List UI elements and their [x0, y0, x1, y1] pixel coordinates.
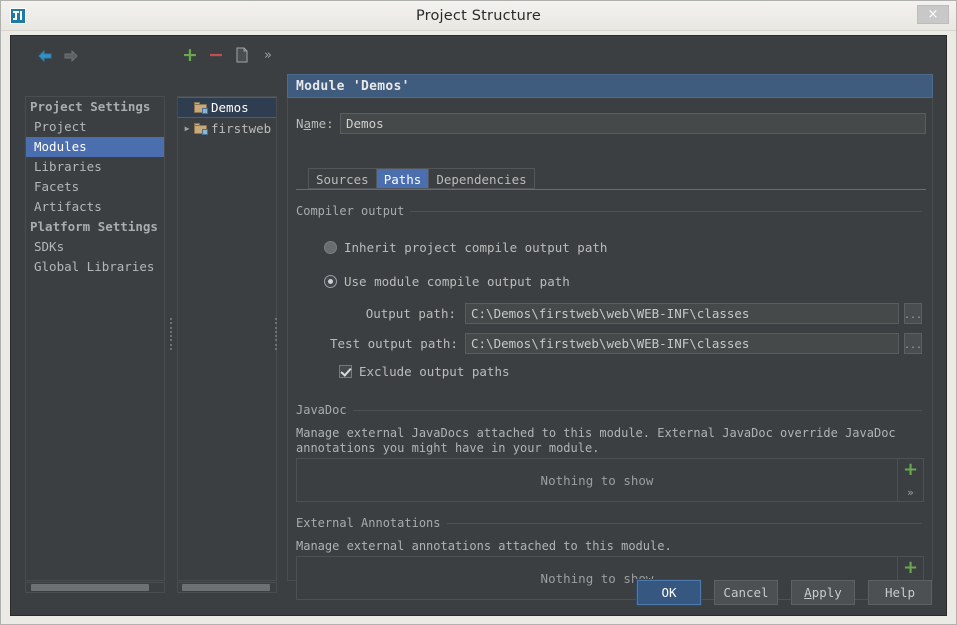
compiler-output-group-title: Compiler output	[296, 204, 411, 218]
browse-test-output-path-button[interactable]: ...	[904, 333, 922, 354]
javadoc-more-button[interactable]: »	[907, 486, 914, 499]
test-output-path-label: Test output path:	[330, 336, 458, 351]
settings-sidebar: Project Settings Project Modules Librari…	[25, 96, 165, 581]
module-folder-icon	[194, 123, 208, 135]
compiler-output-group: Compiler output	[296, 204, 922, 218]
sidebar-item-artifacts[interactable]: Artifacts	[26, 197, 164, 217]
browse-output-path-button[interactable]: ...	[904, 303, 922, 324]
sidebar-item-facets[interactable]: Facets	[26, 177, 164, 197]
tree-item-demos[interactable]: Demos	[178, 97, 276, 118]
ok-button[interactable]: OK	[637, 579, 701, 605]
splitter-handle-left[interactable]	[168, 316, 173, 352]
apply-button[interactable]: Apply	[791, 579, 855, 605]
module-folder-icon	[194, 102, 208, 114]
apply-rest: pply	[811, 584, 842, 600]
apply-mnemonic: A	[804, 584, 812, 600]
sidebar-item-global-libraries[interactable]: Global Libraries	[26, 257, 164, 277]
sidebar-item-sdks[interactable]: SDKs	[26, 237, 164, 257]
title-bar: Project Structure ×	[1, 1, 956, 31]
splitter-handle-right[interactable]	[273, 316, 278, 352]
exclude-output-paths-label: Exclude output paths	[359, 364, 510, 379]
radio-use-module-output[interactable]: Use module compile output path	[324, 274, 570, 289]
tree-item-label: firstweb	[211, 121, 272, 136]
chevron-right-icon[interactable]: ▶	[180, 124, 194, 133]
output-path-input[interactable]	[465, 303, 899, 324]
module-name-label: Name:	[296, 115, 334, 131]
intellij-idea-icon	[10, 7, 26, 24]
exclude-output-paths-checkbox[interactable]: Exclude output paths	[339, 364, 510, 379]
tree-item-firstweb[interactable]: ▶ firstweb	[178, 118, 276, 139]
sidebar-group-project-settings: Project Settings	[30, 99, 151, 114]
dialog-body: + − » Project Settings Project Modules L…	[10, 35, 947, 616]
sidebar-item-libraries[interactable]: Libraries	[26, 157, 164, 177]
module-header-title: Module 'Demos'	[287, 74, 933, 98]
radio-inherit-label: Inherit project compile output path	[344, 240, 608, 255]
tree-item-label: Demos	[211, 100, 249, 115]
output-path-row: Output path: ...	[356, 303, 926, 324]
top-toolbar: + − »	[25, 44, 931, 70]
help-button[interactable]: Help	[868, 579, 932, 605]
window-title: Project Structure	[415, 7, 542, 24]
sidebar-item-modules[interactable]: Modules	[26, 137, 164, 157]
tab-sources[interactable]: Sources	[308, 168, 376, 189]
dialog-footer: OK Cancel Apply Help	[11, 569, 946, 615]
module-name-input[interactable]	[340, 112, 926, 134]
module-tabs: Sources Paths Dependencies	[308, 168, 535, 189]
remove-module-button[interactable]: −	[206, 44, 226, 66]
test-output-path-row: Test output path: ...	[330, 333, 926, 354]
toolbar-overflow-button[interactable]: »	[258, 45, 278, 65]
module-content: Name: Sources Paths Dependencies Compile…	[287, 98, 933, 600]
output-path-label: Output path:	[365, 306, 456, 321]
javadoc-list-toolbar: + »	[897, 459, 923, 501]
javadoc-description: Manage external JavaDocs attached to thi…	[296, 426, 896, 455]
javadoc-add-button[interactable]: +	[903, 461, 918, 479]
add-module-button[interactable]: +	[180, 44, 200, 66]
arrow-left-icon[interactable]	[35, 46, 55, 66]
tab-underline	[296, 189, 926, 190]
project-structure-window: Project Structure × + − » Project Settin…	[0, 0, 957, 625]
sidebar-item-project[interactable]: Project	[26, 117, 164, 137]
copy-icon[interactable]	[232, 45, 252, 65]
external-annotations-group-title: External Annotations	[296, 516, 447, 530]
javadoc-group-title: JavaDoc	[296, 403, 353, 417]
radio-icon-unselected	[324, 241, 337, 254]
cancel-button[interactable]: Cancel	[714, 579, 778, 605]
external-annotations-group: External Annotations	[296, 516, 922, 530]
close-icon[interactable]: ×	[917, 5, 949, 24]
test-output-path-input[interactable]	[465, 333, 899, 354]
tab-dependencies[interactable]: Dependencies	[428, 168, 535, 189]
module-tree: Demos ▶ firstweb	[177, 96, 277, 581]
external-annotations-description: Manage external annotations attached to …	[296, 539, 672, 553]
checkbox-icon-checked	[339, 365, 352, 378]
radio-icon-selected	[324, 275, 337, 288]
javadoc-empty-text: Nothing to show	[540, 472, 654, 488]
module-detail-panel: Module 'Demos' Name: Sources Paths Depen…	[287, 74, 933, 600]
arrow-right-icon[interactable]	[61, 46, 81, 66]
tab-paths[interactable]: Paths	[375, 168, 429, 189]
radio-inherit-project-output[interactable]: Inherit project compile output path	[324, 240, 607, 255]
javadoc-list[interactable]: Nothing to show + »	[296, 458, 924, 502]
module-name-row: Name:	[296, 112, 926, 134]
radio-module-label: Use module compile output path	[344, 274, 570, 289]
sidebar-group-platform-settings: Platform Settings	[30, 219, 158, 234]
javadoc-group: JavaDoc	[296, 403, 922, 417]
